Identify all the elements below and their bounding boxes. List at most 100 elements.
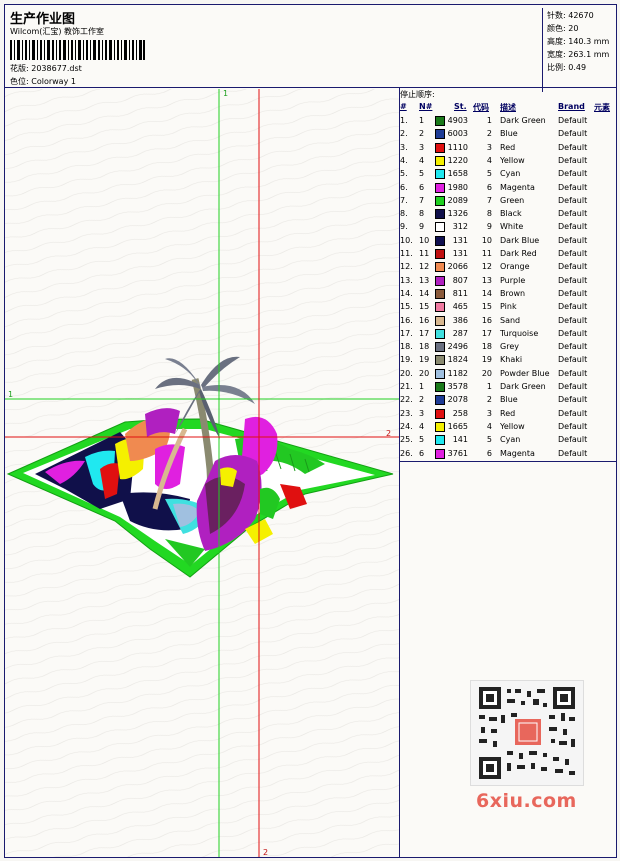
row-stitches: 258: [452, 408, 468, 418]
table-row: 10. 10 131 10 Dark Blue Default: [400, 235, 617, 248]
color-swatch: [435, 368, 445, 379]
row-brand: Default: [558, 395, 588, 405]
row-brand: Default: [558, 448, 588, 458]
row-code: 2: [486, 395, 492, 405]
table-row: 22. 2 2078 2 Blue Default: [400, 394, 617, 407]
page-title: 生产作业图: [10, 12, 76, 27]
row-brand: Default: [558, 355, 588, 365]
table-row: 19. 19 1824 19 Khaki Default: [400, 354, 617, 367]
row-code: 16: [481, 315, 492, 325]
row-needle: 18: [419, 342, 430, 352]
table-row: 21. 1 3578 1 Dark Green Default: [400, 381, 617, 394]
header: 生产作业图 Wilcom(汇宝) 教饰工作室 花版: 2038677.dst 色…: [4, 4, 617, 92]
table-row: 7. 7 2089 7 Green Default: [400, 195, 617, 208]
embroidery-design: 1 1 2 2: [5, 89, 399, 857]
row-code: 17: [481, 328, 492, 338]
row-code: 8: [486, 209, 492, 219]
row-description: Dark Green: [500, 382, 546, 391]
row-code: 20: [481, 368, 492, 378]
color-swatch: [435, 421, 445, 432]
color-swatch: [435, 129, 445, 140]
row-description: Powder Blue: [500, 368, 550, 378]
row-code: 3: [486, 408, 492, 418]
row-description: Brown: [500, 288, 526, 298]
color-swatch: [435, 355, 445, 366]
row-stitches: 287: [452, 328, 468, 338]
color-swatch: [435, 395, 445, 406]
row-stitches: 4903: [447, 116, 468, 125]
table-bottom-border: [400, 461, 617, 462]
row-brand: Default: [558, 195, 588, 205]
row-needle: 6: [419, 448, 425, 458]
row-needle: 2: [419, 129, 425, 139]
row-needle: 12: [419, 262, 430, 272]
row-description: Turquoise: [500, 328, 539, 338]
design-file-label: 花版:: [10, 64, 29, 73]
table-row: 14. 14 811 14 Brown Default: [400, 288, 617, 301]
row-code: 4: [486, 155, 492, 165]
row-stitches: 131: [452, 249, 468, 258]
color-swatch: [435, 235, 445, 246]
col-brand: Brand: [558, 102, 585, 111]
row-brand: Default: [558, 275, 588, 285]
table-row: 6. 6 1980 6 Magenta Default: [400, 182, 617, 195]
row-needle: 2: [419, 395, 425, 405]
row-stitches: 1182: [447, 368, 468, 378]
table-row: 20. 20 1182 20 Powder Blue Default: [400, 368, 617, 381]
row-stitches: 811: [452, 288, 468, 298]
row-description: Cyan: [500, 169, 521, 179]
row-code: 18: [481, 342, 492, 352]
row-stitches: 1980: [447, 182, 468, 192]
barcode: [10, 40, 145, 60]
stat-height: 高度: 140.3 mm: [547, 37, 610, 46]
row-description: Orange: [500, 262, 530, 272]
row-brand: Default: [558, 342, 588, 352]
row-index: 24.: [400, 421, 413, 431]
row-index: 14.: [400, 288, 413, 298]
row-index: 21.: [400, 382, 413, 391]
row-brand: Default: [558, 129, 588, 139]
row-index: 7.: [400, 195, 408, 205]
col-description: 描述: [500, 103, 516, 112]
color-swatch: [435, 288, 445, 299]
row-brand: Default: [558, 408, 588, 418]
table-row: 16. 16 386 16 Sand Default: [400, 315, 617, 328]
row-index: 19.: [400, 355, 413, 365]
row-index: 15.: [400, 302, 413, 312]
row-description: Pink: [500, 302, 517, 312]
stop-sequence-table: 停止顺序: # N# St. 代码 描述 Brand 元素 1. 1 4903 1 Da…: [400, 89, 617, 461]
row-code: 10: [481, 235, 492, 245]
row-stitches: 465: [452, 302, 468, 312]
guide-h2-label: 2: [386, 429, 391, 438]
table-row: 9. 9 312 9 White Default: [400, 221, 617, 234]
table-row: 17. 17 287 17 Turquoise Default: [400, 328, 617, 341]
row-brand: Default: [558, 435, 588, 445]
table-row: 4. 4 1220 4 Yellow Default: [400, 155, 617, 168]
row-brand: Default: [558, 235, 588, 245]
row-brand: Default: [558, 182, 588, 192]
row-code: 1: [486, 116, 492, 125]
row-description: Blue: [500, 129, 518, 139]
row-stitches: 2496: [447, 342, 468, 352]
table-row: 12. 12 2066 12 Orange Default: [400, 261, 617, 274]
guide-v2-label: 2: [263, 848, 268, 857]
row-needle: 3: [419, 142, 425, 152]
row-needle: 6: [419, 182, 425, 192]
row-index: 22.: [400, 395, 413, 405]
row-code: 6: [486, 448, 492, 458]
col-index: #: [400, 102, 407, 111]
row-stitches: 386: [452, 315, 468, 325]
colorway: 色位: Colorway 1: [10, 76, 76, 87]
colorway-value: Colorway 1: [31, 77, 76, 86]
table-row: 11. 11 131 11 Dark Red Default: [400, 248, 617, 261]
row-stitches: 1220: [447, 155, 468, 165]
row-code: 13: [481, 275, 492, 285]
table-row: 13. 13 807 13 Purple Default: [400, 275, 617, 288]
design-preview: 1 1 2 2: [5, 89, 399, 857]
row-index: 18.: [400, 342, 413, 352]
row-description: Purple: [500, 275, 526, 285]
row-index: 12.: [400, 262, 413, 272]
row-code: 4: [486, 421, 492, 431]
row-index: 4.: [400, 155, 408, 165]
row-stitches: 1326: [447, 209, 468, 219]
